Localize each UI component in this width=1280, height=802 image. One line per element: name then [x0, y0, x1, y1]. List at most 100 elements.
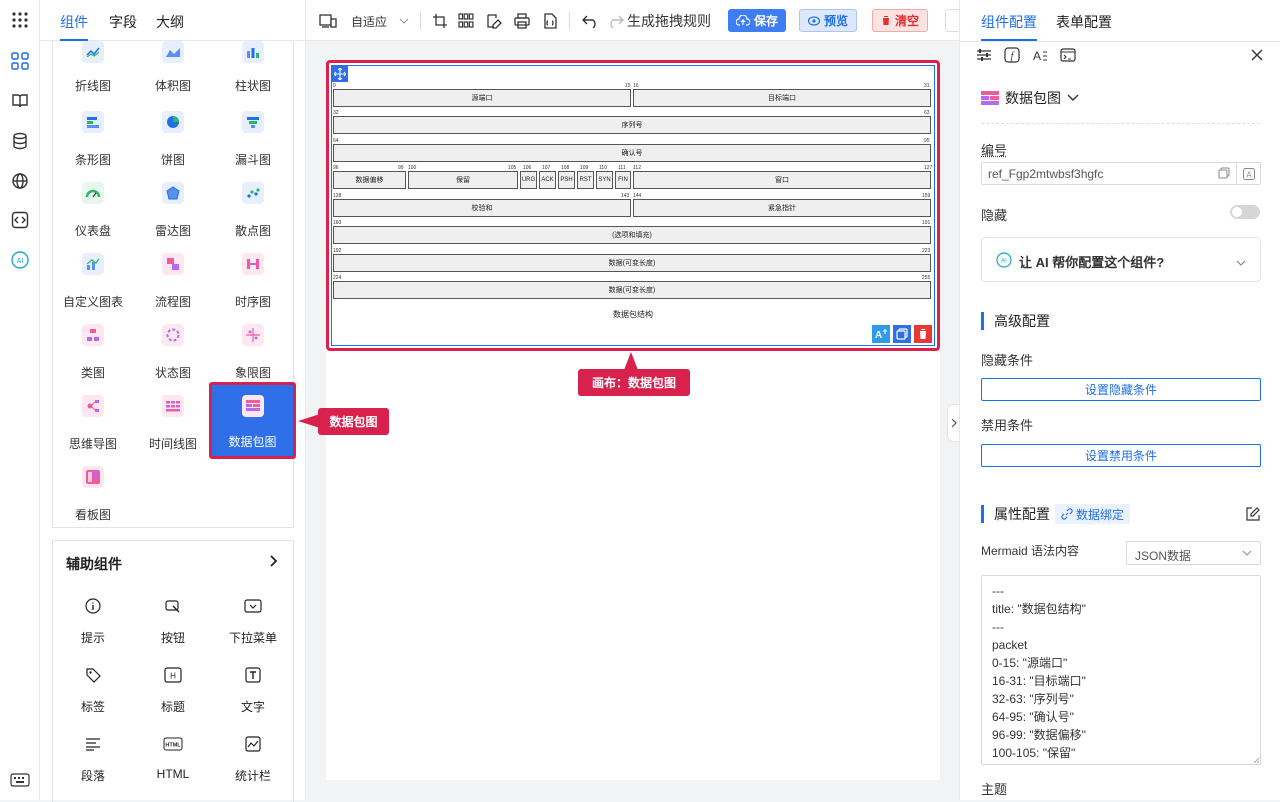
copy-icon[interactable] — [1218, 167, 1230, 182]
component-radar-chart[interactable]: 雷达图 — [133, 182, 213, 250]
component-kanban[interactable]: 看板图 — [53, 466, 133, 534]
preview-label: 预览 — [824, 12, 848, 29]
text-format-icon[interactable]: A — [1236, 163, 1260, 184]
database-icon[interactable] — [9, 130, 31, 152]
component-type-select[interactable]: 数据包图 — [981, 88, 1079, 108]
id-field[interactable]: ref_Fgp2mtwbsf3hgfc A — [981, 162, 1261, 185]
packet-field: 校验和 — [333, 199, 631, 217]
svg-text:A: A — [1033, 49, 1041, 63]
json-icon[interactable] — [540, 11, 560, 31]
more-button[interactable] — [945, 9, 959, 32]
code-icon[interactable] — [9, 209, 31, 231]
mermaid-code-editor[interactable]: --- title: "数据包结构" --- packet 0-15: "源端口… — [981, 575, 1261, 765]
chevron-right-icon — [951, 418, 957, 428]
component-flowchart[interactable]: 流程图 — [133, 253, 213, 321]
generate-drag-rule-button[interactable]: 生成拖拽规则 — [624, 11, 714, 31]
data-binding-tag[interactable]: 数据绑定 — [1055, 504, 1130, 524]
cloud-upload-icon — [736, 15, 750, 26]
aux-button[interactable]: 按钮 — [133, 596, 213, 646]
resize-handle-icon[interactable] — [1253, 757, 1260, 764]
sliders-icon[interactable] — [976, 47, 992, 63]
component-custom-chart[interactable]: 自定义图表 — [53, 253, 133, 321]
print-icon[interactable] — [512, 11, 532, 31]
apps-grid-icon[interactable] — [9, 9, 31, 31]
component-pie-chart[interactable]: 饼图 — [133, 111, 213, 179]
component-area-chart[interactable]: 体积图 — [133, 41, 213, 109]
ai-icon[interactable]: AI — [9, 249, 31, 271]
diagram-title: 数据包结构 — [332, 309, 934, 320]
edit-icon[interactable] — [1246, 507, 1260, 524]
area-chart-icon — [162, 41, 184, 63]
set-disable-condition-button[interactable]: 设置禁用条件 — [981, 444, 1261, 467]
chevron-right-icon[interactable] — [269, 554, 279, 571]
hide-toggle[interactable] — [1230, 205, 1260, 219]
aux-label: 标题 — [133, 698, 213, 715]
text-style-icon[interactable]: A — [1032, 47, 1048, 63]
component-state-diagram[interactable]: 状态图 — [133, 324, 213, 392]
grid-icon[interactable] — [456, 11, 476, 31]
set-hide-condition-button[interactable]: 设置隐藏条件 — [981, 378, 1261, 401]
crop-icon[interactable] — [430, 11, 450, 31]
tab-outline[interactable]: 大纲 — [156, 12, 184, 32]
tab-label: 组件 — [60, 14, 88, 30]
terminal-icon[interactable] — [1060, 47, 1076, 63]
aux-statistic[interactable]: 统计栏 — [213, 734, 293, 784]
tab-component-config[interactable]: 组件配置 — [981, 12, 1037, 32]
component-line-chart[interactable]: 折线图 — [53, 41, 133, 109]
zoom-select[interactable]: 自适应 — [351, 11, 411, 31]
preview-button[interactable]: 预览 — [799, 9, 857, 32]
aux-text[interactable]: 文字 — [213, 665, 293, 715]
mermaid-label: Mermaid 语法内容 — [981, 542, 1079, 559]
device-icon[interactable] — [318, 11, 338, 31]
component-mindmap[interactable]: 思维导图 — [53, 395, 133, 463]
component-bar-chart[interactable]: 柱状图 — [213, 41, 293, 109]
divider — [420, 12, 421, 30]
component-timeline[interactable]: 时间线图 — [133, 395, 213, 463]
save-button[interactable]: 保存 — [728, 9, 786, 32]
aux-paragraph[interactable]: 段落 — [53, 734, 133, 784]
component-packet-diagram[interactable]: 数据包图 — [209, 382, 296, 459]
aux-dropdown[interactable]: 下拉菜单 — [213, 596, 293, 646]
format-select[interactable]: JSON数据 — [1126, 541, 1261, 565]
globe-icon[interactable] — [9, 170, 31, 192]
component-scatter-chart[interactable]: 散点图 — [213, 182, 293, 250]
id-value: ref_Fgp2mtwbsf3hgfc — [988, 167, 1103, 181]
clear-button[interactable]: 清空 — [872, 9, 928, 32]
tab-fields[interactable]: 字段 — [109, 12, 137, 32]
delete-icon[interactable] — [914, 325, 932, 343]
packet-diagram-widget[interactable]: 0 15 16 31 源端口 目标端口 32 63 序列号 64 95 确认号 … — [326, 60, 940, 351]
aux-tooltip[interactable]: 提示 — [53, 596, 133, 646]
tab-form-config[interactable]: 表单配置 — [1056, 12, 1112, 32]
undo-icon[interactable] — [581, 11, 601, 31]
move-handle-icon[interactable] — [332, 66, 348, 82]
packet-field: 数据偏移 — [333, 171, 406, 189]
redo-icon[interactable] — [605, 11, 625, 31]
tab-components[interactable]: 组件 — [60, 12, 88, 32]
timeline-icon — [162, 395, 184, 417]
aux-html[interactable]: HTML HTML — [133, 734, 213, 781]
svg-text:AI: AI — [1001, 259, 1007, 265]
book-icon[interactable] — [9, 90, 31, 112]
component-label: 雷达图 — [133, 222, 213, 239]
keyboard-icon[interactable] — [9, 769, 31, 791]
packet-field: SYN — [596, 171, 613, 189]
component-class-diagram[interactable]: 类图 — [53, 324, 133, 392]
chevron-down-icon — [1242, 550, 1252, 557]
function-icon[interactable]: f — [1004, 47, 1020, 63]
ai-edit-icon[interactable]: A — [872, 325, 890, 343]
copy-icon[interactable] — [893, 325, 911, 343]
component-funnel-chart[interactable]: 漏斗图 — [213, 111, 293, 179]
component-hbar-chart[interactable]: 条形图 — [53, 111, 133, 179]
close-icon[interactable] — [1251, 49, 1263, 64]
components-icon[interactable] — [9, 50, 31, 72]
ai-assist-collapse[interactable]: AI 让 AI 帮你配置这个组件? — [981, 237, 1261, 282]
collapse-handle[interactable] — [947, 404, 959, 442]
component-sequence-diagram[interactable]: 时序图 — [213, 253, 293, 321]
edit-icon[interactable] — [484, 11, 504, 31]
component-gauge[interactable]: 仪表盘 — [53, 182, 133, 250]
scatter-chart-icon — [242, 182, 264, 204]
component-label: 漏斗图 — [213, 151, 293, 168]
aux-heading[interactable]: H 标题 — [133, 665, 213, 715]
aux-tag[interactable]: 标签 — [53, 665, 133, 715]
tab-underline — [981, 39, 1037, 41]
